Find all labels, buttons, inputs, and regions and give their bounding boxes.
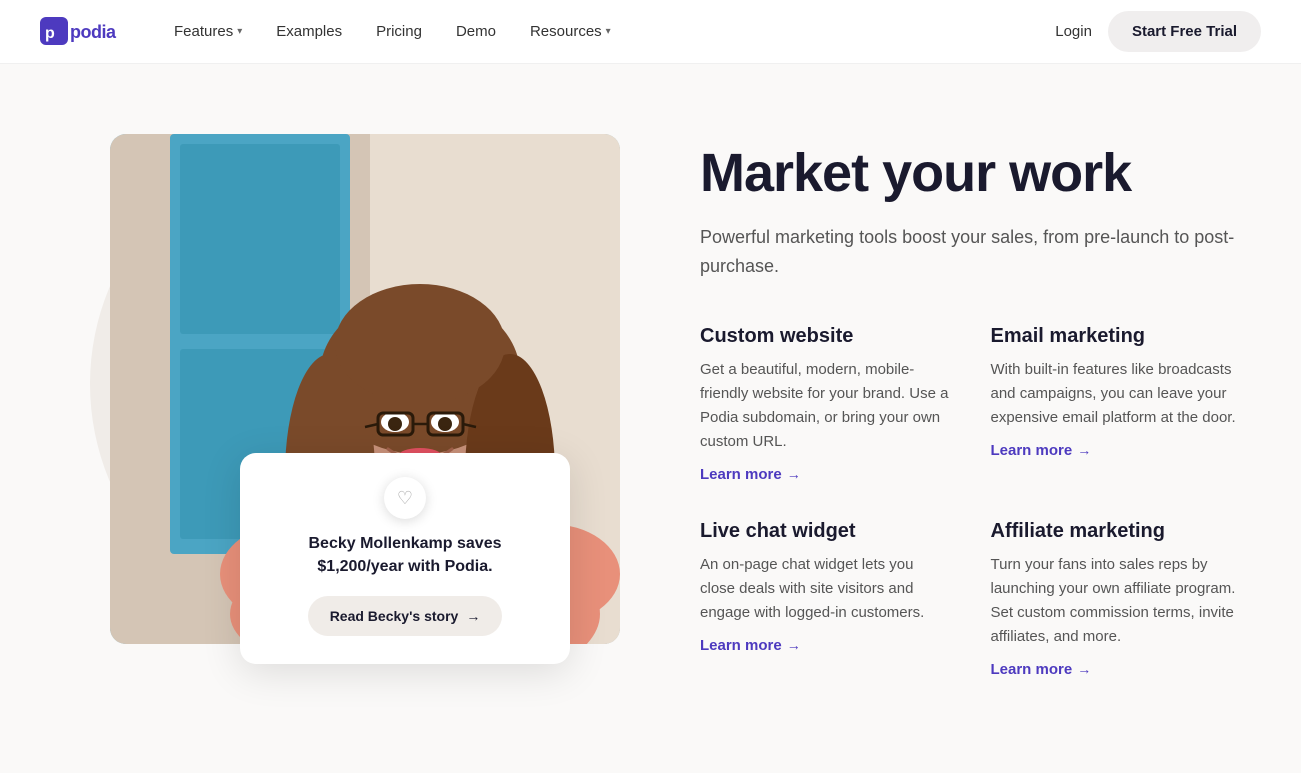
svg-text:p: p: [45, 25, 55, 42]
feature-desc-email-marketing: With built-in features like broadcasts a…: [991, 358, 1242, 430]
learn-more-live-chat[interactable]: Learn more →: [700, 637, 801, 654]
right-side: Market your work Powerful marketing tool…: [700, 124, 1241, 679]
page-subtitle: Powerful marketing tools boost your sale…: [700, 223, 1241, 281]
login-link[interactable]: Login: [1055, 23, 1092, 40]
arrow-icon-1: →: [787, 466, 801, 482]
nav-links: Features ▾ Examples Pricing Demo Resourc…: [160, 15, 1055, 48]
chevron-down-icon-2: ▾: [606, 26, 611, 37]
nav-right: Login Start Free Trial: [1055, 11, 1261, 52]
svg-text:podia: podia: [70, 22, 117, 42]
nav-link-pricing[interactable]: Pricing: [362, 15, 436, 48]
arrow-icon-2: →: [1077, 442, 1091, 458]
heart-button[interactable]: ♡: [384, 477, 426, 519]
nav-link-examples[interactable]: Examples: [262, 15, 356, 48]
nav-link-demo[interactable]: Demo: [442, 15, 510, 48]
heart-icon: ♡: [397, 488, 413, 509]
features-grid: Custom website Get a beautiful, modern, …: [700, 325, 1241, 679]
feature-title-email-marketing: Email marketing: [991, 325, 1242, 348]
start-free-trial-button[interactable]: Start Free Trial: [1108, 11, 1261, 52]
nav-link-resources[interactable]: Resources ▾: [516, 15, 625, 48]
feature-custom-website: Custom website Get a beautiful, modern, …: [700, 325, 951, 484]
testimonial-card: ♡ Becky Mollenkamp saves $1,200/year wit…: [240, 453, 570, 664]
main-content: ♡ Becky Mollenkamp saves $1,200/year wit…: [0, 64, 1301, 773]
left-side: ♡ Becky Mollenkamp saves $1,200/year wit…: [60, 124, 640, 644]
feature-title-custom-website: Custom website: [700, 325, 951, 348]
feature-affiliate-marketing: Affiliate marketing Turn your fans into …: [991, 520, 1242, 679]
feature-title-live-chat: Live chat widget: [700, 520, 951, 543]
feature-desc-live-chat: An on-page chat widget lets you close de…: [700, 553, 951, 625]
page-title: Market your work: [700, 144, 1241, 203]
read-story-button[interactable]: Read Becky's story →: [308, 596, 503, 636]
navbar: p podia Features ▾ Examples Pricing Demo…: [0, 0, 1301, 64]
nav-link-features[interactable]: Features ▾: [160, 15, 256, 48]
feature-title-affiliate-marketing: Affiliate marketing: [991, 520, 1242, 543]
feature-email-marketing: Email marketing With built-in features l…: [991, 325, 1242, 484]
feature-live-chat: Live chat widget An on-page chat widget …: [700, 520, 951, 679]
chevron-down-icon: ▾: [237, 26, 242, 37]
learn-more-custom-website[interactable]: Learn more →: [700, 466, 801, 483]
feature-desc-custom-website: Get a beautiful, modern, mobile-friendly…: [700, 358, 951, 454]
arrow-icon: →: [466, 608, 480, 624]
learn-more-email-marketing[interactable]: Learn more →: [991, 442, 1092, 459]
testimonial-text: Becky Mollenkamp saves $1,200/year with …: [268, 533, 542, 578]
arrow-icon-4: →: [1077, 661, 1091, 677]
learn-more-affiliate-marketing[interactable]: Learn more →: [991, 661, 1092, 678]
feature-desc-affiliate-marketing: Turn your fans into sales reps by launch…: [991, 553, 1242, 649]
logo[interactable]: p podia: [40, 17, 120, 47]
arrow-icon-3: →: [787, 637, 801, 653]
